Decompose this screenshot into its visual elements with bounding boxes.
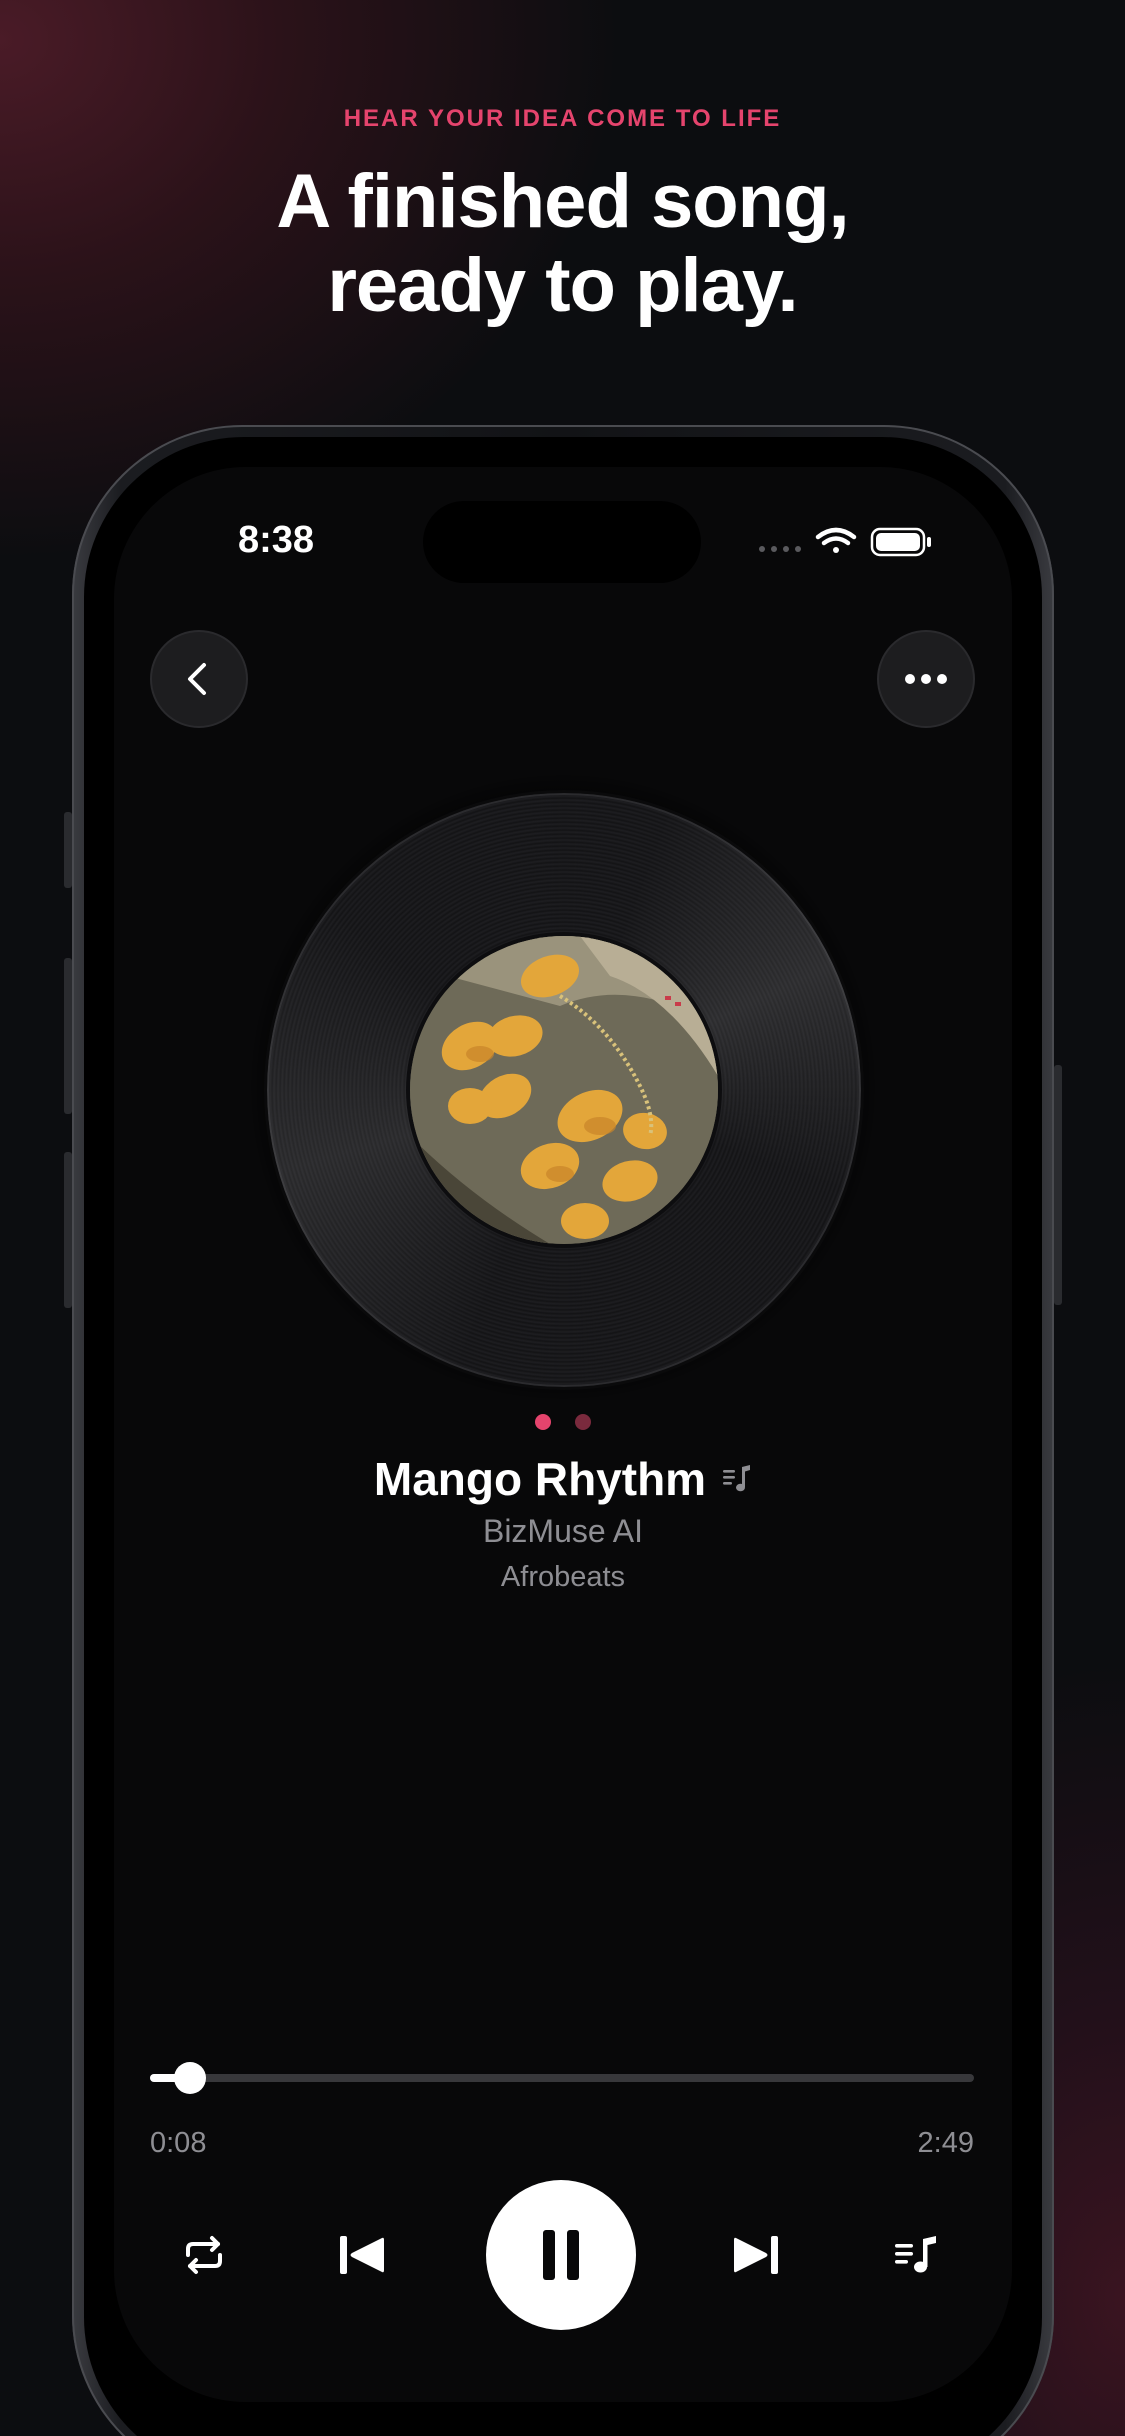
chevron-left-icon: [188, 663, 206, 695]
song-title: Mango Rhythm: [373, 1453, 707, 1505]
vinyl-spindle-hole: [694, 1220, 718, 1244]
page-dot[interactable]: [575, 1414, 591, 1430]
promo-eyebrow: HEAR YOUR IDEA COME TO LIFE: [343, 105, 782, 132]
status-time: 8:38: [238, 519, 315, 561]
next-icon: [734, 2236, 778, 2274]
app-store-screenshot: HEAR YOUR IDEA COME TO LIFE A finished s…: [0, 0, 1125, 2436]
next-track-button[interactable]: [726, 2225, 786, 2285]
back-button[interactable]: [150, 630, 248, 728]
battery-icon: [870, 527, 931, 557]
phone-screen: 8:38 Mango Rhythm BizMuse AI Afrobeats 0…: [114, 467, 1012, 2402]
phone-power-button: [1054, 1065, 1062, 1305]
pause-button[interactable]: [486, 2180, 636, 2330]
pause-icon: [543, 2230, 579, 2280]
previous-track-button[interactable]: [332, 2225, 392, 2285]
more-options-button[interactable]: [877, 630, 975, 728]
playback-progress-bar[interactable]: [150, 2062, 974, 2094]
promo-headline-line-1: A finished song,: [276, 159, 849, 244]
total-duration: 2:49: [917, 2127, 974, 2159]
wifi-icon: [815, 527, 857, 553]
promo-headline: A finished song, ready to play.: [0, 160, 1125, 328]
phone-volume-up-button: [64, 958, 72, 1114]
page-indicator: [114, 1414, 1012, 1430]
queue-button[interactable]: [886, 2225, 946, 2285]
phone-action-button: [64, 812, 72, 888]
vinyl-record: [267, 793, 861, 1387]
promo-headline-line-2: ready to play.: [327, 243, 798, 328]
phone-volume-down-button: [64, 1152, 72, 1308]
artist-name: BizMuse AI: [482, 1513, 644, 1549]
elapsed-time: 0:08: [150, 2127, 207, 2159]
page-dot-active[interactable]: [535, 1414, 551, 1430]
repeat-button[interactable]: [174, 2225, 234, 2285]
cellular-dots-icon: [759, 546, 801, 552]
repeat-icon: [186, 2236, 222, 2274]
dynamic-island: [423, 501, 701, 583]
queue-icon: [895, 2236, 936, 2273]
ellipsis-icon: [905, 674, 947, 684]
genre-label: Afrobeats: [500, 1561, 626, 1593]
album-art: [410, 936, 718, 1244]
progress-thumb[interactable]: [173, 2062, 206, 2094]
status-icons: [754, 525, 954, 557]
song-title-row: Mango Rhythm: [114, 1452, 1012, 1506]
previous-icon: [340, 2236, 384, 2274]
music-queue-icon[interactable]: [722, 1464, 752, 1494]
